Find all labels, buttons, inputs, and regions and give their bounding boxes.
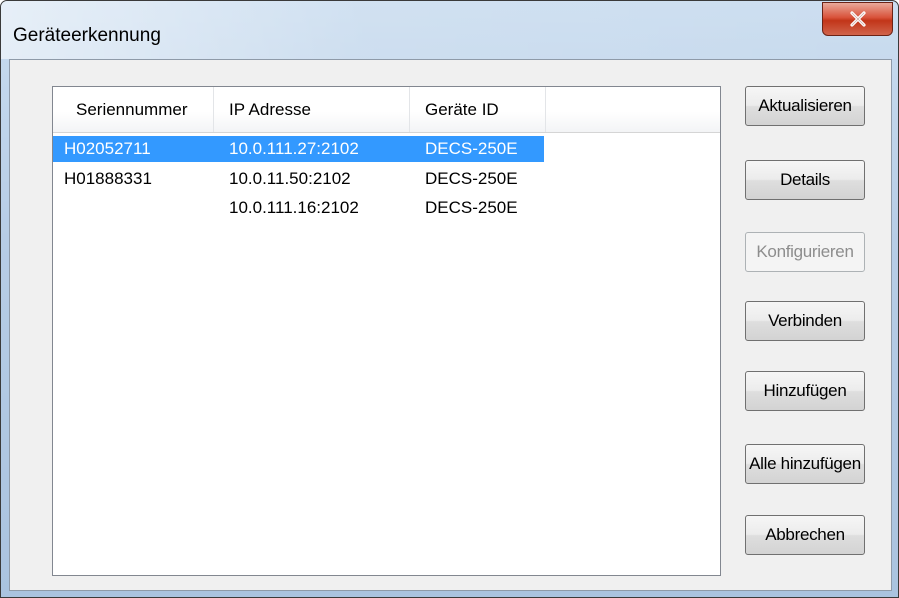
close-icon [849,11,866,27]
add-button[interactable]: Hinzufügen [745,371,865,411]
device-list[interactable]: Seriennummer IP Adresse Geräte ID H02052… [52,86,721,576]
configure-button[interactable]: Konfigurieren [745,232,865,272]
cell-device-id: DECS-250E [425,169,518,188]
list-item[interactable]: 10.0.111.16:2102 DECS-250E [53,195,544,221]
list-item[interactable]: H02052711 10.0.111.27:2102 DECS-250E [53,136,544,162]
cancel-button[interactable]: Abbrechen [745,515,865,555]
cell-ip: 10.0.11.50:2102 [229,169,351,188]
add-all-button[interactable]: Alle hinzufügen [745,444,865,484]
details-button[interactable]: Details [745,160,865,200]
cell-serial: H02052711 [64,139,151,158]
close-button[interactable] [822,2,893,36]
cell-device-id: DECS-250E [425,139,518,158]
column-header-ip[interactable]: IP Adresse [214,87,410,132]
column-header-device-id[interactable]: Geräte ID [410,87,546,132]
cell-serial: H01888331 [64,169,152,188]
dialog-client-area: Seriennummer IP Adresse Geräte ID H02052… [9,59,892,591]
refresh-button[interactable]: Aktualisieren [745,86,865,126]
connect-button[interactable]: Verbinden [745,301,865,341]
cell-device-id: DECS-250E [425,198,518,217]
list-header: Seriennummer IP Adresse Geräte ID [53,87,720,133]
cell-ip: 10.0.111.27:2102 [229,139,359,158]
cell-ip: 10.0.111.16:2102 [229,198,359,217]
list-item[interactable]: H01888331 10.0.11.50:2102 DECS-250E [53,166,544,192]
window-title: Geräteerkennung [13,25,161,46]
column-header-serial[interactable]: Seriennummer [61,87,214,132]
device-discovery-window: Geräteerkennung Seriennummer IP Adresse … [0,0,899,598]
